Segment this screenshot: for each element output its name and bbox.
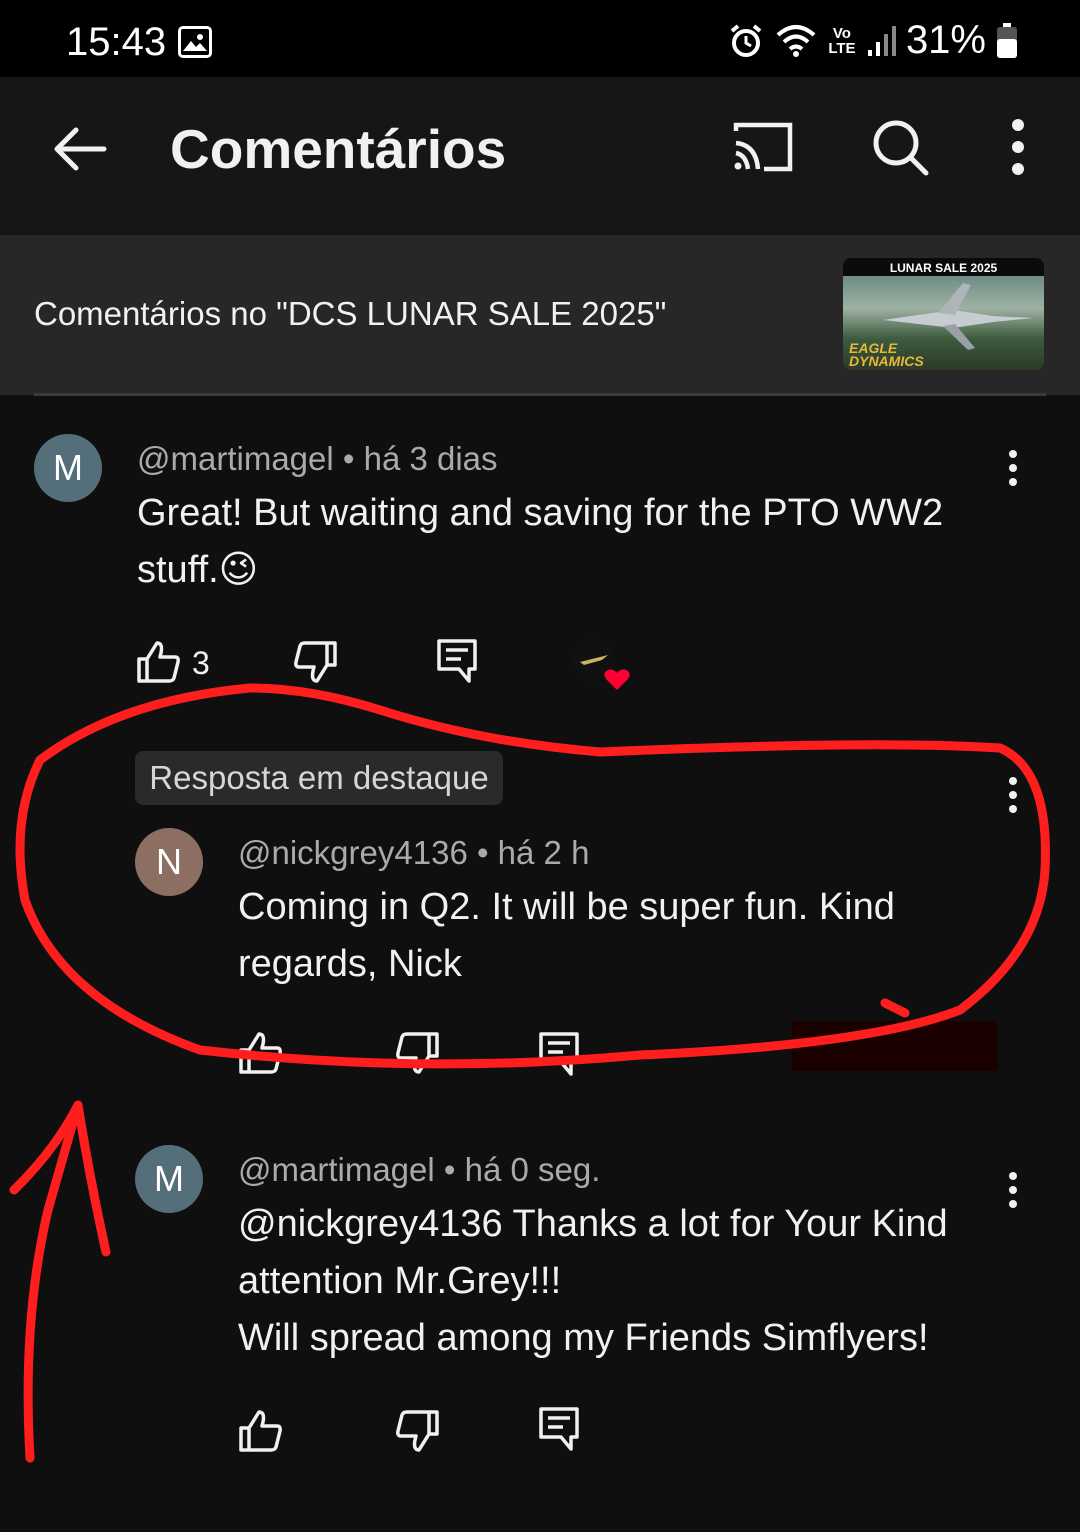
avatar[interactable]: M <box>135 1145 203 1213</box>
reply-text-line2: regards, Nick <box>238 943 462 985</box>
thumbs-up-icon[interactable] <box>237 1408 283 1454</box>
page-title: Comentários <box>170 118 507 180</box>
avatar[interactable]: N <box>135 828 203 896</box>
reply-text-line1: @nickgrey4136 Thanks a lot for Your Kind <box>238 1203 948 1245</box>
back-arrow-icon[interactable] <box>48 117 112 181</box>
status-time: 15:43 <box>66 20 167 64</box>
signal-icon <box>867 25 896 56</box>
reply-icon[interactable] <box>537 1030 583 1076</box>
wifi-icon <box>776 24 816 57</box>
comment-more-icon[interactable] <box>1005 448 1021 488</box>
reply-text-line3: Will spread among my Friends Simflyers! <box>238 1317 929 1359</box>
reply-meta[interactable]: @nickgrey4136 • há 2 h <box>238 834 589 872</box>
comment-text-line1: Great! But waiting and saving for the PT… <box>137 492 944 534</box>
thumbs-up-icon[interactable] <box>135 639 181 685</box>
thumbs-down-icon[interactable] <box>293 639 339 685</box>
reply-icon[interactable] <box>537 1405 583 1451</box>
video-header-title: Comentários no "DCS LUNAR SALE 2025" <box>34 295 667 332</box>
battery-percent: 31% <box>905 18 986 62</box>
image-icon <box>178 26 212 58</box>
video-header[interactable]: Comentários no "DCS LUNAR SALE 2025" LUN… <box>0 235 1080 395</box>
status-bar: 15:43 Vo LTE 31% <box>0 0 1080 77</box>
reply-text-line1: Coming in Q2. It will be super fun. Kind <box>238 886 895 928</box>
thumbs-up-icon[interactable] <box>237 1030 283 1076</box>
app-bar: Comentários <box>0 77 1080 235</box>
reply-text-line2: attention Mr.Grey!!! <box>238 1260 562 1302</box>
reply-more-icon[interactable] <box>1005 775 1021 815</box>
reply-more-icon[interactable] <box>1005 1170 1021 1210</box>
alarm-icon <box>730 23 762 57</box>
avatar-letter: M <box>53 447 83 488</box>
thumbnail-brand-line2: DYNAMICS <box>849 353 924 369</box>
cast-icon[interactable] <box>730 117 796 177</box>
network-type: Vo LTE <box>828 24 856 57</box>
thumbs-down-icon[interactable] <box>395 1030 441 1076</box>
like-count: 3 <box>192 645 210 681</box>
reply-icon[interactable] <box>435 637 481 683</box>
reply-meta[interactable]: @martimagel • há 0 seg. <box>238 1151 600 1189</box>
comment-text-line2: stuff.😉 <box>137 549 259 591</box>
comment-meta[interactable]: @martimagel • há 3 dias <box>137 440 498 478</box>
video-thumbnail[interactable]: LUNAR SALE 2025 EAGLE DYNAMICS <box>843 258 1044 370</box>
creator-heart-icon <box>573 639 630 690</box>
search-icon[interactable] <box>868 115 932 179</box>
redacted-area <box>792 1021 998 1071</box>
highlighted-reply-badge: Resposta em destaque <box>135 751 503 805</box>
thumbs-down-icon[interactable] <box>395 1408 441 1454</box>
divider <box>34 393 1046 396</box>
status-icons: Vo LTE 31% <box>728 18 1018 63</box>
avatar[interactable]: M <box>34 434 102 502</box>
battery-icon <box>997 22 1017 58</box>
avatar-letter: N <box>156 841 182 882</box>
avatar-letter: M <box>154 1158 184 1199</box>
thumbnail-brand: EAGLE DYNAMICS <box>849 341 924 369</box>
more-vert-icon[interactable] <box>1000 115 1036 179</box>
